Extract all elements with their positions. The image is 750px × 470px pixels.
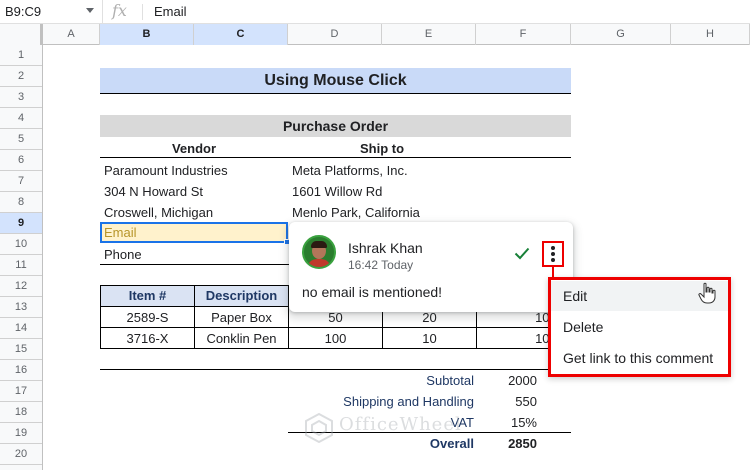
- row-header[interactable]: 16: [0, 360, 42, 381]
- more-options-icon[interactable]: [542, 241, 564, 267]
- watermark-text: OfficeWheel: [339, 414, 462, 435]
- row-header[interactable]: 12: [0, 276, 42, 297]
- table-header-description: Description: [195, 286, 288, 306]
- menu-item-get-link[interactable]: Get link to this comment: [551, 343, 728, 373]
- row-header[interactable]: 17: [0, 381, 42, 402]
- email-cell-selected[interactable]: Email: [100, 222, 288, 243]
- column-header-h[interactable]: H: [671, 24, 750, 45]
- shipto-line[interactable]: Menlo Park, California: [292, 202, 420, 223]
- column-header-e[interactable]: E: [382, 24, 476, 45]
- totals-label[interactable]: Shipping and Handling: [288, 391, 474, 412]
- column-headers: A B C D E F G H: [0, 24, 750, 45]
- formula-separator: [142, 4, 143, 20]
- column-header-d[interactable]: D: [288, 24, 382, 45]
- phone-label[interactable]: Phone: [104, 244, 142, 265]
- column-header-g[interactable]: G: [571, 24, 671, 45]
- column-header-b[interactable]: B: [100, 24, 194, 45]
- totals-value-overall[interactable]: 2850: [476, 433, 537, 454]
- totals-label[interactable]: Subtotal: [288, 370, 474, 391]
- officewheel-logo-icon: [305, 412, 333, 444]
- table-cell-item[interactable]: 2589-S: [101, 307, 194, 328]
- name-box[interactable]: B9:C9: [0, 0, 103, 24]
- column-header-a[interactable]: A: [43, 24, 100, 45]
- table-cell-price[interactable]: 10: [383, 328, 476, 349]
- checkmark-icon[interactable]: [514, 245, 530, 261]
- row-header[interactable]: 6: [0, 150, 42, 171]
- chevron-down-icon[interactable]: [86, 8, 94, 13]
- column-header-c[interactable]: C: [194, 24, 288, 45]
- row-header[interactable]: 15: [0, 339, 42, 360]
- totals-value[interactable]: 550: [476, 391, 537, 412]
- vendor-line[interactable]: Paramount Industries: [104, 160, 228, 181]
- comment-card[interactable]: Ishrak Khan 16:42 Today no email is ment…: [289, 222, 573, 312]
- purchase-order-title: Purchase Order: [100, 115, 571, 137]
- totals-value[interactable]: 2000: [476, 370, 537, 391]
- vendor-line[interactable]: 304 N Howard St: [104, 181, 203, 202]
- row-header[interactable]: 5: [0, 129, 42, 150]
- row-header[interactable]: 13: [0, 297, 42, 318]
- row-header[interactable]: 18: [0, 402, 42, 423]
- function-icon: fx: [112, 1, 127, 20]
- row-header-selected[interactable]: 9: [0, 213, 42, 234]
- menu-item-delete[interactable]: Delete: [551, 312, 728, 342]
- table-cell-description[interactable]: Conklin Pen: [195, 328, 288, 349]
- table-header-item: Item #: [101, 286, 194, 306]
- name-box-value: B9:C9: [5, 4, 42, 19]
- avatar: [302, 235, 336, 269]
- totals-value[interactable]: 15%: [476, 412, 537, 433]
- shipto-line[interactable]: 1601 Willow Rd: [292, 181, 382, 202]
- row-header[interactable]: 11: [0, 255, 42, 276]
- shipto-header: Ship to: [359, 141, 405, 156]
- row-header[interactable]: 8: [0, 192, 42, 213]
- comment-text: no email is mentioned!: [302, 284, 443, 300]
- row-headers: 1 2 3 4 5 6 7 8 9 10 11 12 13 14 15 16 1…: [0, 45, 43, 470]
- watermark: OfficeWheel: [303, 412, 461, 447]
- select-all-corner[interactable]: [0, 24, 43, 45]
- row-header[interactable]: 10: [0, 234, 42, 255]
- table-cell-quantity[interactable]: 100: [289, 328, 382, 349]
- row-header[interactable]: 4: [0, 108, 42, 129]
- shipto-line[interactable]: Meta Platforms, Inc.: [292, 160, 408, 181]
- formula-bar: B9:C9 fx Email: [0, 0, 750, 24]
- comment-author: Ishrak Khan: [348, 240, 423, 256]
- row-header[interactable]: 3: [0, 87, 42, 108]
- sheet-title: Using Mouse Click: [100, 68, 571, 93]
- vendor-header: Vendor: [171, 141, 217, 156]
- hand-pointer-icon: [698, 282, 716, 304]
- vendor-line[interactable]: Croswell, Michigan: [104, 202, 213, 223]
- table-cell-description[interactable]: Paper Box: [195, 307, 288, 328]
- row-header[interactable]: 2: [0, 66, 42, 87]
- column-header-f[interactable]: F: [476, 24, 571, 45]
- row-header[interactable]: 20: [0, 444, 42, 465]
- table-cell-item[interactable]: 3716-X: [101, 328, 194, 349]
- row-header[interactable]: 7: [0, 171, 42, 192]
- formula-input[interactable]: Email: [154, 4, 187, 19]
- row-header[interactable]: 14: [0, 318, 42, 339]
- comment-timestamp: 16:42 Today: [348, 258, 414, 272]
- row-header[interactable]: 19: [0, 423, 42, 444]
- row-header[interactable]: 1: [0, 45, 42, 66]
